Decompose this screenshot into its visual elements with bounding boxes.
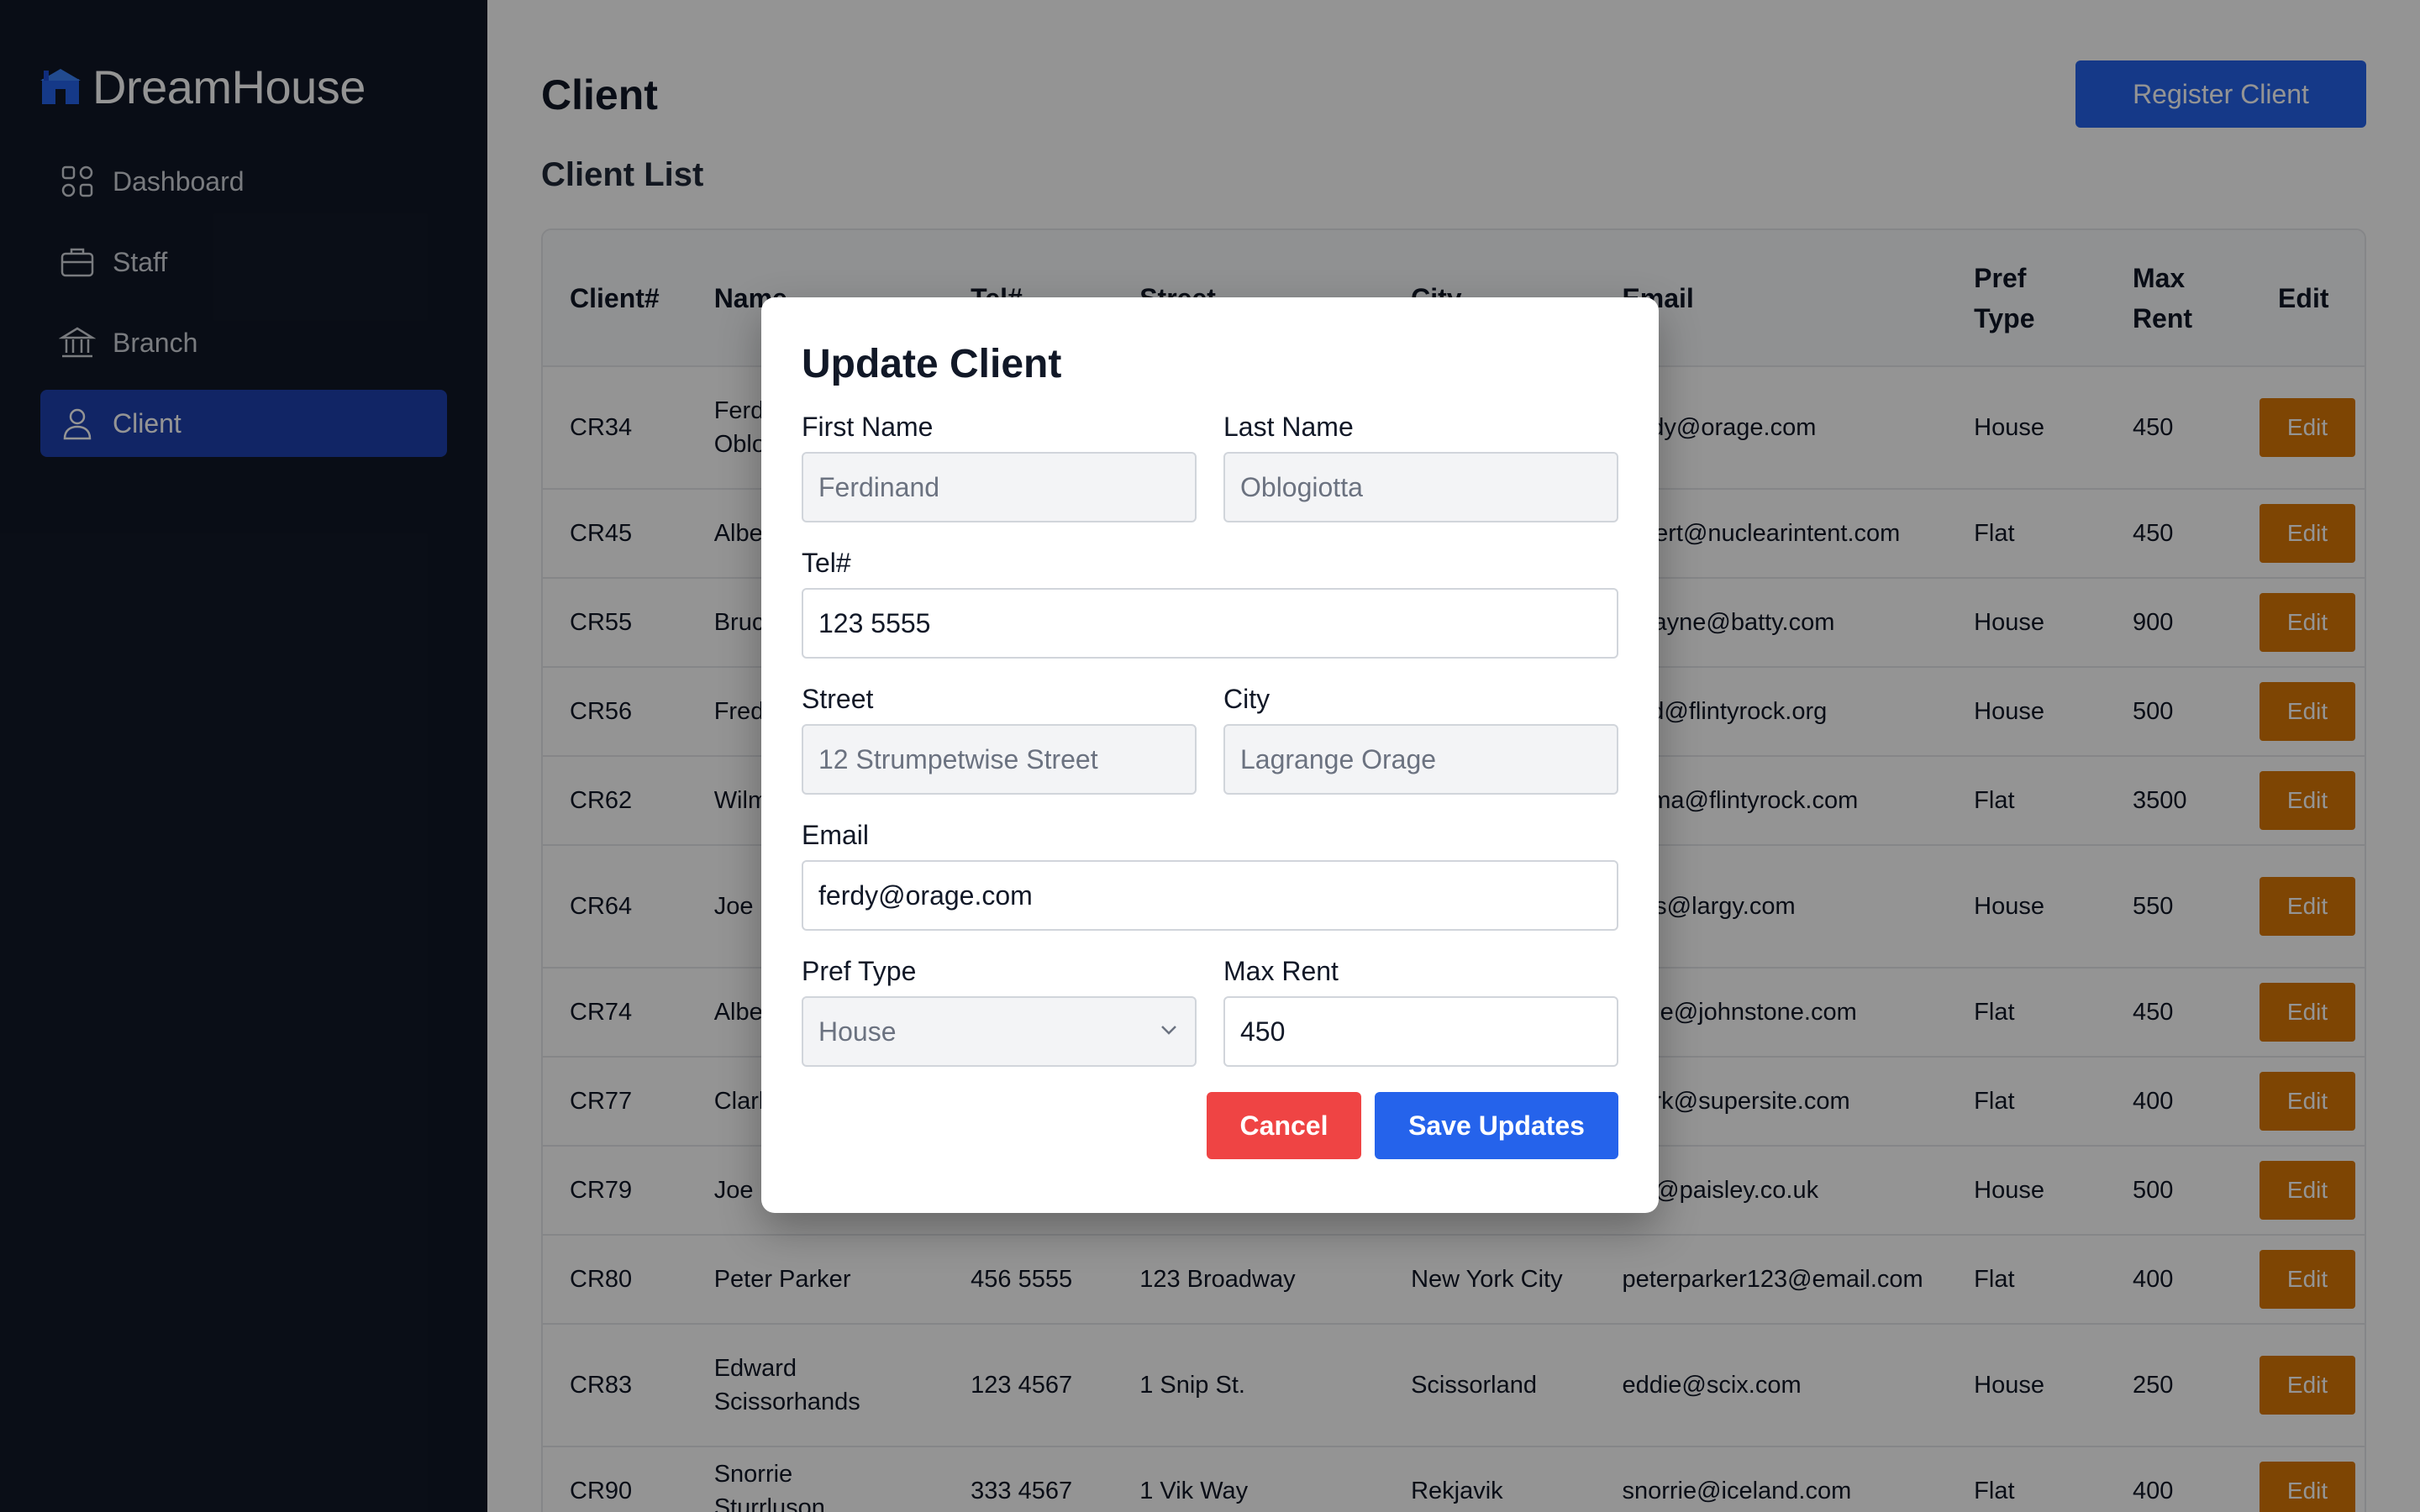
city-field <box>1223 724 1618 795</box>
last-name-label: Last Name <box>1223 412 1354 442</box>
max-rent-field[interactable] <box>1223 996 1618 1067</box>
street-label: Street <box>802 684 874 714</box>
cancel-button[interactable]: Cancel <box>1207 1092 1361 1159</box>
app-root: DreamHouse Dashboard Staff Branch Client… <box>0 0 2420 1512</box>
first-name-label: First Name <box>802 412 934 442</box>
max-rent-label: Max Rent <box>1223 956 1339 986</box>
email-label: Email <box>802 820 870 850</box>
city-label: City <box>1223 684 1270 714</box>
update-client-modal: Update Client First Name Last Name Tel# … <box>761 297 1659 1213</box>
first-name-field <box>802 452 1197 522</box>
pref-type-select[interactable]: House <box>802 996 1197 1067</box>
save-updates-button[interactable]: Save Updates <box>1375 1092 1618 1159</box>
chevron-down-icon <box>1161 1026 1176 1035</box>
email-field[interactable] <box>802 860 1618 931</box>
pref-type-label: Pref Type <box>802 956 917 986</box>
modal-title: Update Client <box>802 342 1062 386</box>
tel-field[interactable] <box>802 588 1618 659</box>
last-name-field <box>1223 452 1618 522</box>
tel-label: Tel# <box>802 548 851 578</box>
street-field <box>802 724 1197 795</box>
